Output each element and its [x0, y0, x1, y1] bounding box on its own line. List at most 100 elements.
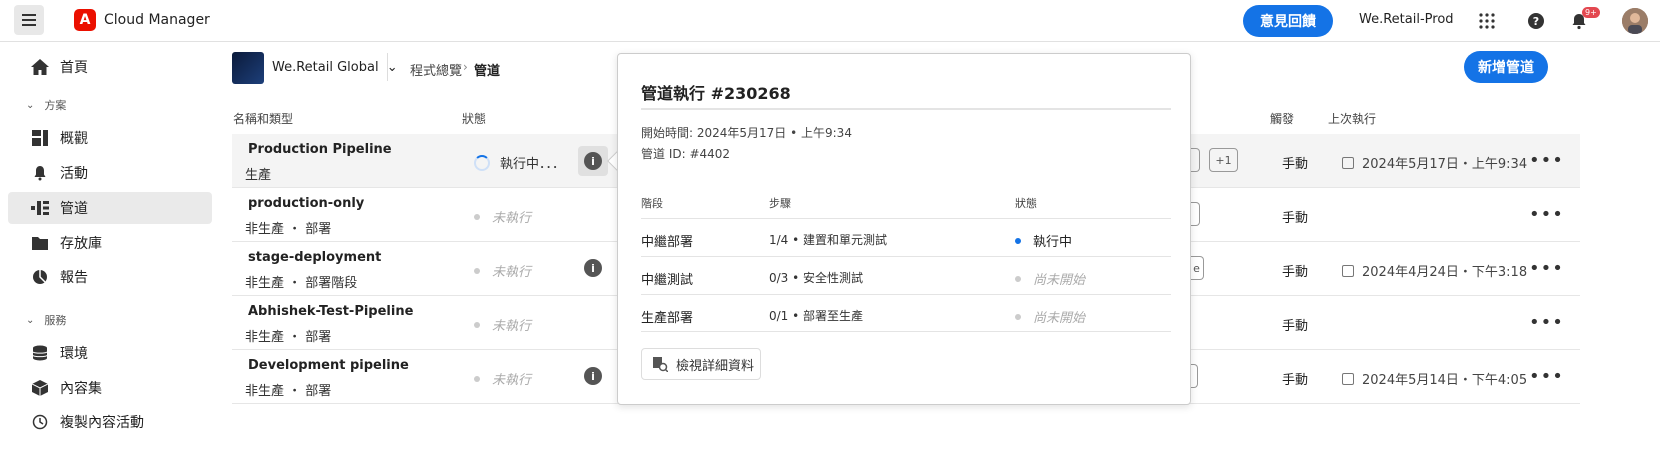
sidebar-item-home[interactable]: 首頁: [8, 51, 212, 83]
step-status: 尚未開始: [1015, 307, 1085, 326]
status-dot-icon: [474, 267, 480, 274]
pipeline-name[interactable]: stage-deployment: [248, 250, 381, 265]
info-icon[interactable]: i: [584, 367, 602, 385]
popover-title: 管道執行 #230268: [641, 84, 791, 103]
last-run: 2024年4月24日・下午3:18: [1342, 261, 1527, 280]
column-header-trigger[interactable]: 觸發: [1270, 110, 1294, 127]
pipeline-name[interactable]: Production Pipeline: [248, 142, 392, 157]
more-icon[interactable]: •••: [1529, 366, 1564, 387]
pipeline-name[interactable]: Development pipeline: [248, 358, 409, 373]
pipeline-icon: [30, 198, 50, 218]
status-not-run: 未執行: [474, 369, 531, 388]
pipeline-name[interactable]: Abhishek-Test-Pipeline: [248, 304, 413, 319]
status-not-run: 未執行: [474, 261, 531, 280]
sidebar-group-services[interactable]: ⌄ 服務: [26, 312, 66, 328]
program-switcher[interactable]: We.Retail Global ⌄: [272, 60, 398, 75]
help-icon[interactable]: ?: [1525, 10, 1547, 32]
step-row: 中繼測試 0/3 • 安全性測試 尚未開始: [641, 256, 1171, 294]
pipeline-type: 非生產 ・ 部署階段: [245, 276, 358, 291]
dashboard-icon: [30, 128, 50, 148]
feedback-button[interactable]: 意見回饋: [1243, 5, 1333, 37]
database-icon: [30, 343, 50, 363]
status-not-run: 未執行: [474, 207, 531, 226]
sidebar-item-pipelines[interactable]: 管道: [8, 192, 212, 224]
more-chip[interactable]: +1: [1209, 148, 1238, 172]
last-run-text: 2024年5月17日・上午9:34: [1362, 157, 1528, 172]
status-text: 未執行: [492, 373, 532, 388]
chevron-down-icon: ⌄: [386, 60, 398, 75]
chevron-down-icon: ⌄: [26, 99, 35, 111]
sidebar: 首頁 ⌄ 方案 概觀 活動 管道 存放庫 報告 ⌄ 服務 環境 內容集 複製內容…: [0, 43, 220, 473]
phase-name: 中繼部署: [641, 235, 694, 250]
sidebar-item-reports[interactable]: 報告: [8, 261, 212, 293]
sidebar-item-content-sets[interactable]: 內容集: [8, 372, 212, 404]
sidebar-item-repositories[interactable]: 存放庫: [8, 227, 212, 259]
column-header-status[interactable]: 狀態: [462, 110, 486, 127]
menu-icon[interactable]: [14, 5, 44, 35]
view-details-button[interactable]: 檢視詳細資料: [641, 348, 761, 380]
trigger-value: 手動: [1282, 319, 1309, 334]
status-text: 未執行: [492, 319, 532, 334]
status-dot-icon: [1015, 237, 1021, 244]
notification-badge: 9+: [1582, 7, 1600, 18]
more-icon[interactable]: •••: [1529, 150, 1564, 171]
phase-name: 生產部署: [641, 311, 694, 326]
spinner-icon: [474, 154, 490, 171]
sidebar-item-content-copy[interactable]: 複製內容活動: [8, 406, 212, 438]
apps-grid-icon[interactable]: [1476, 10, 1498, 32]
sidebar-item-label: 首頁: [60, 60, 88, 76]
svg-text:?: ?: [1533, 15, 1539, 28]
group-label: 方案: [44, 99, 67, 112]
breadcrumb-current: 管道: [474, 64, 501, 79]
execution-popover: 管道執行 #230268 開始時間: 2024年5月17日 • 上午9:34 管…: [617, 53, 1191, 405]
pipeline-name[interactable]: production-only: [248, 196, 364, 211]
status-dot-icon: [474, 321, 480, 328]
trigger-value: 手動: [1282, 265, 1309, 280]
status-text: 尚未開始: [1033, 311, 1086, 326]
sidebar-item-label: 複製內容活動: [60, 415, 144, 431]
start-time: 開始時間: 2024年5月17日 • 上午9:34: [641, 126, 852, 140]
more-icon[interactable]: •••: [1529, 204, 1564, 225]
app-title[interactable]: Cloud Manager: [104, 12, 210, 28]
org-switcher[interactable]: We.Retail-Prod: [1359, 12, 1454, 27]
sidebar-item-label: 環境: [60, 346, 88, 362]
sidebar-item-overview[interactable]: 概觀: [8, 122, 212, 154]
status-text: 未執行: [492, 211, 532, 226]
column-header-step: 步驟: [769, 197, 791, 210]
status-running: 執行中．．．: [474, 153, 565, 172]
sidebar-group-program[interactable]: ⌄ 方案: [26, 97, 66, 113]
status-dot-icon: [474, 375, 480, 382]
column-header-last-run[interactable]: 上次執行: [1328, 110, 1376, 127]
sidebar-item-label: 活動: [60, 166, 88, 182]
step-status: 執行中: [1015, 231, 1072, 250]
group-label: 服務: [44, 314, 67, 327]
add-pipeline-button[interactable]: 新增管道: [1464, 51, 1548, 83]
step-text: 1/4 • 建置和單元測試: [769, 233, 888, 247]
info-icon[interactable]: i: [584, 152, 602, 170]
sidebar-item-label: 管道: [60, 201, 88, 217]
column-header-name[interactable]: 名稱和類型: [233, 110, 293, 127]
button-label: 檢視詳細資料: [676, 358, 755, 374]
more-icon[interactable]: •••: [1529, 312, 1564, 333]
calendar-icon: [1342, 372, 1354, 385]
sidebar-item-label: 內容集: [60, 381, 102, 397]
breadcrumb-separator-icon: ›: [463, 60, 468, 74]
last-run: 2024年5月14日・下午4:05: [1342, 369, 1527, 388]
sidebar-item-environments[interactable]: 環境: [8, 337, 212, 369]
details-search-icon: [652, 356, 668, 372]
step-row: 中繼部署 1/4 • 建置和單元測試 執行中: [641, 218, 1171, 256]
phase-name: 中繼測試: [641, 273, 694, 288]
column-header-status: 狀態: [1015, 197, 1037, 210]
bell-icon: [30, 163, 50, 183]
program-thumbnail: [232, 52, 264, 84]
more-icon[interactable]: •••: [1529, 258, 1564, 279]
info-icon[interactable]: i: [584, 259, 602, 277]
divider: [641, 108, 1171, 110]
sidebar-item-activity[interactable]: 活動: [8, 157, 212, 189]
adobe-logo-icon[interactable]: A: [74, 9, 96, 31]
sidebar-item-label: 報告: [60, 270, 88, 286]
avatar[interactable]: [1622, 8, 1648, 34]
status-text: 執行中: [1033, 235, 1073, 250]
chevron-down-icon: ⌄: [26, 314, 35, 326]
breadcrumb-overview[interactable]: 程式總覽: [410, 60, 462, 79]
